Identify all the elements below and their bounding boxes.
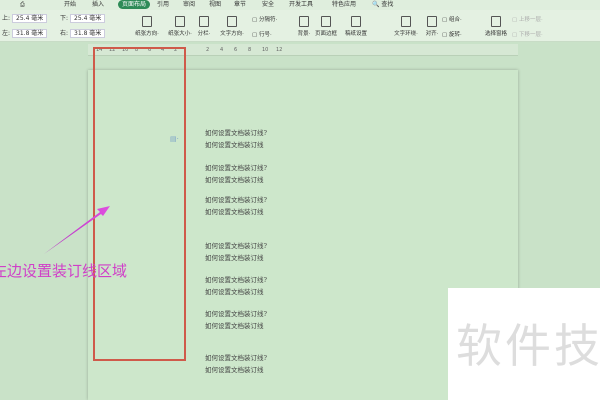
watermark-text: 软件技: [456, 319, 600, 373]
paste-options-icon[interactable]: ▤·: [170, 135, 179, 143]
watermark: 软件技: [448, 288, 600, 400]
annotation-label: 左边设置装订线区域: [0, 262, 128, 280]
